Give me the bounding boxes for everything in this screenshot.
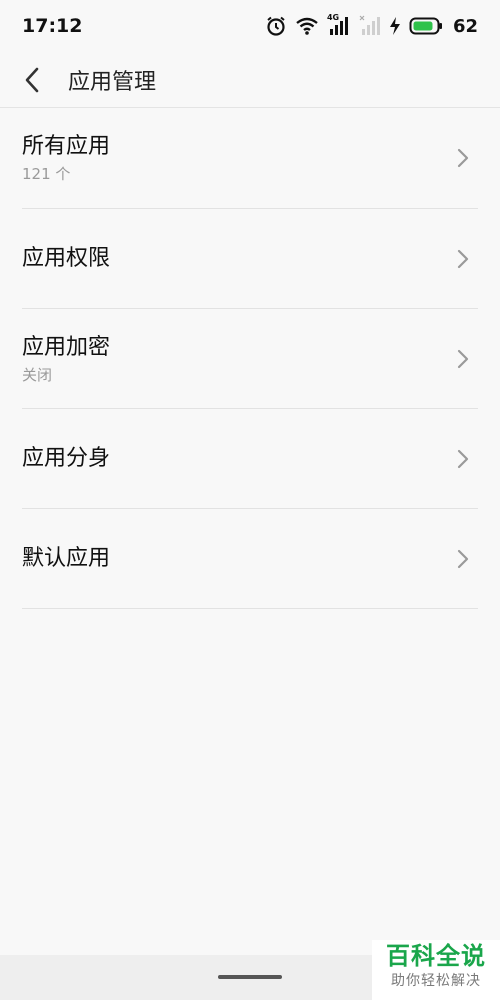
chevron-right-icon [457,349,469,368]
charging-icon [389,16,401,36]
status-time: 17:12 [22,15,83,37]
signal-no-sim-icon [359,15,381,37]
item-subtitle: 121 个 [22,165,71,183]
back-button[interactable] [0,52,64,108]
status-icons: 4G 62 [265,13,478,37]
list-item-app-encryption[interactable]: 应用加密 关闭 [22,309,478,409]
item-title: 所有应用 [22,134,111,159]
chevron-right-icon [457,148,469,168]
app-header: 应用管理 [0,52,500,108]
network-type-label: 4G [326,13,340,22]
item-title: 默认应用 [22,545,111,571]
item-title: 应用加密 [22,334,111,360]
wifi-icon [295,16,319,36]
chevron-right-icon [457,249,469,268]
watermark: 百科全说 助你轻松解决 [372,940,500,1000]
chevron-left-icon [25,67,39,92]
list-item-app-clone[interactable]: 应用分身 [22,409,478,509]
list-item-default-apps[interactable]: 默认应用 [22,509,478,609]
alarm-icon [265,15,287,37]
list-item-all-apps[interactable]: 所有应用 121 个 [22,108,478,209]
battery-icon [409,16,443,36]
chevron-right-icon [457,449,469,468]
item-subtitle: 关闭 [22,365,53,384]
list-item-app-permissions[interactable]: 应用权限 [22,209,478,309]
battery-percent: 62 [452,15,478,37]
home-indicator[interactable] [218,975,282,979]
chevron-right-icon [457,549,469,568]
item-title: 应用权限 [22,245,111,271]
signal-4g-icon: 4G [326,13,351,37]
watermark-subtitle: 助你轻松解决 [391,973,481,989]
status-bar: 17:12 4G 62 [0,0,500,52]
item-title: 应用分身 [22,445,111,471]
watermark-title: 百科全说 [386,942,486,970]
page-title: 应用管理 [68,69,157,95]
settings-list: 所有应用 121 个 应用权限 应用加密 关闭 应用分身 默认应用 [22,108,478,609]
